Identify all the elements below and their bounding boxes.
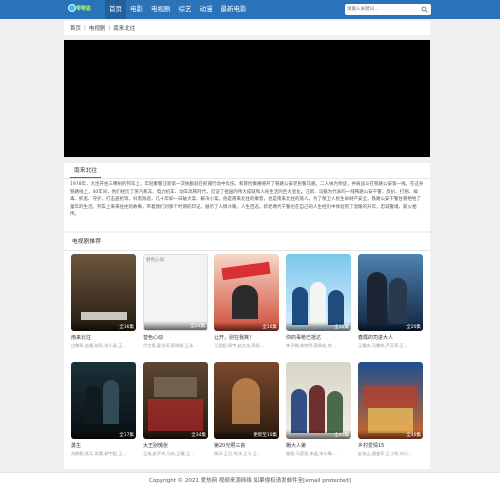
breadcrumb-current: 南来北往 xyxy=(113,26,136,32)
video-title[interactable]: 替色心动 xyxy=(143,334,208,341)
main-nav: 首页 电影 电视剧 综艺 动漫 最新电影 xyxy=(105,0,251,19)
video-title[interactable]: 棚大人第 xyxy=(286,442,351,449)
video-cast: 代言视,爱谷雨,蔡明刚,王沫... xyxy=(143,343,198,348)
video-poster[interactable]: 全16集 xyxy=(214,254,279,331)
nav-home[interactable]: 首页 xyxy=(105,0,126,19)
video-card[interactable]: 全40集 乡村爱情15 赵本山,唐鉴军,王小利,刘小... xyxy=(358,362,423,457)
video-cast: 秦旭,马昊亮,朱晶,宋小琳,... xyxy=(286,451,338,456)
video-card[interactable]: 全36集 南来北往 白敬亭,金晨,胡军,张小斐,王... xyxy=(71,254,136,349)
video-poster[interactable]: 全34集 xyxy=(143,362,208,439)
video-cast: 赵本山,唐鉴军,王小利,刘小... xyxy=(358,451,413,456)
breadcrumb-tv[interactable]: 电视剧 xyxy=(89,24,106,32)
video-poster[interactable]: 更新至10集 xyxy=(214,362,279,439)
video-poster[interactable]: 全20集 xyxy=(358,254,423,331)
top-navbar: 零零猫 首页 电影 电视剧 综艺 动漫 最新电影 xyxy=(0,0,500,19)
video-card[interactable]: 全16集 让开，别在我爽！ 马思超,周宇,赵文龙,周思... xyxy=(214,254,279,349)
nav-anime[interactable]: 动漫 xyxy=(196,0,217,19)
video-title[interactable]: 你的毒枪已抵达 xyxy=(286,334,351,341)
search-box xyxy=(345,4,431,15)
divider xyxy=(64,250,430,251)
episode-badge: 更新至10集 xyxy=(253,433,277,438)
video-card[interactable]: 全34集 大王别慌张 王彧,赵子杰,马东,王耀,王... xyxy=(143,362,208,457)
episode-badge: 全17集 xyxy=(119,433,134,438)
video-poster[interactable]: 全36集 xyxy=(71,254,136,331)
logo-text: 零零猫 xyxy=(76,6,91,12)
breadcrumb: 首页 | 电视剧 | 南来北往 xyxy=(64,21,430,35)
episode-badge: 全24集 xyxy=(190,324,205,329)
episode-badge: 全34集 xyxy=(191,433,206,438)
video-player[interactable] xyxy=(64,40,430,157)
episode-badge: 全40集 xyxy=(406,433,421,438)
description-title: 南来北往 xyxy=(70,165,102,178)
video-cast: 杨洋,王月,何冰,王卡,王... xyxy=(214,451,262,456)
site-footer: Copyright © 2021 爱热网 视频来源网络 如果侵权请发邮件至[em… xyxy=(0,472,500,495)
description-text: 1978年，大连开往三棵树的列车上，年轻乘警汪新第一次执勤就在抓捕行动中负伤。和… xyxy=(70,182,424,218)
nav-movie[interactable]: 电影 xyxy=(126,0,147,19)
video-cast: 王彧,赵子杰,马东,王耀,王... xyxy=(143,451,195,456)
video-card[interactable]: 更新至10集 第20光照三丧 杨洋,王月,何冰,王卡,王... xyxy=(214,362,279,457)
video-cast: 苏鹤栩,常兵,张鹰,郝宇超,王... xyxy=(71,451,127,456)
video-poster[interactable]: 替色心动 全24集 xyxy=(143,254,208,331)
video-title[interactable]: 南来北往 xyxy=(71,334,136,341)
divider xyxy=(64,178,430,179)
recommend-title: 电视剧推荐 xyxy=(72,239,101,245)
broken-image-icon: 替色心动 xyxy=(146,258,164,263)
description-panel: 南来北往 1978年，大连开往三棵树的列车上，年轻乘警汪新第一次执勤就在抓捕行动… xyxy=(64,163,430,231)
video-poster[interactable]: 全12集 xyxy=(286,254,351,331)
episode-badge: 全16集 xyxy=(262,325,277,330)
video-poster[interactable]: 全40集 xyxy=(286,362,351,439)
video-card[interactable]: 全12集 你的毒枪已抵达 李子璐,宋宗明,蔡佩松,余... xyxy=(286,254,351,349)
breadcrumb-separator: | xyxy=(108,25,111,31)
video-title[interactable]: 乡村爱情15 xyxy=(358,442,423,449)
video-title[interactable]: 勇生 xyxy=(71,442,136,449)
video-title[interactable]: 让开，别在我爽！ xyxy=(214,334,279,341)
nav-variety[interactable]: 综艺 xyxy=(175,0,196,19)
breadcrumb-home[interactable]: 首页 xyxy=(70,24,81,32)
video-card[interactable]: 全20集 春霞的司进大人 王耀庆,马敬伟,芦芳草,王... xyxy=(358,254,423,349)
search-icon[interactable] xyxy=(421,6,428,13)
video-title[interactable]: 第20光照三丧 xyxy=(214,442,279,449)
episode-badge: 全12集 xyxy=(334,325,349,330)
video-card[interactable]: 替色心动 全24集 替色心动 代言视,爱谷雨,蔡明刚,王沫... xyxy=(143,254,208,349)
logo-mark-icon xyxy=(68,4,76,12)
video-cast: 李子璐,宋宗明,蔡佩松,余... xyxy=(286,343,336,348)
nav-tv[interactable]: 电视剧 xyxy=(147,0,175,19)
video-title[interactable]: 大王别慌张 xyxy=(143,442,208,449)
video-card[interactable]: 全40集 棚大人第 秦旭,马昊亮,朱晶,宋小琳,... xyxy=(286,362,351,457)
breadcrumb-separator: | xyxy=(84,25,86,31)
episode-badge: 全40集 xyxy=(334,433,349,438)
recommend-panel: 电视剧推荐 全36集 南来北往 白敬亭,金晨,胡军,张小斐,王... 替色心动 … xyxy=(64,233,430,469)
video-cast: 王耀庆,马敬伟,芦芳草,王... xyxy=(358,343,408,348)
video-card[interactable]: 全17集 勇生 苏鹤栩,常兵,张鹰,郝宇超,王... xyxy=(71,362,136,457)
video-poster[interactable]: 全17集 xyxy=(71,362,136,439)
video-poster[interactable]: 全40集 xyxy=(358,362,423,439)
video-title[interactable]: 春霞的司进大人 xyxy=(358,334,423,341)
episode-badge: 全36集 xyxy=(119,325,134,330)
site-logo[interactable]: 零零猫 xyxy=(68,3,92,16)
video-cast: 白敬亭,金晨,胡军,张小斐,王... xyxy=(71,343,127,348)
video-cast: 马思超,周宇,赵文龙,周思... xyxy=(214,343,264,348)
search-input[interactable] xyxy=(347,5,417,14)
nav-latest-movie[interactable]: 最新电影 xyxy=(217,0,251,19)
episode-badge: 全20集 xyxy=(406,325,421,330)
